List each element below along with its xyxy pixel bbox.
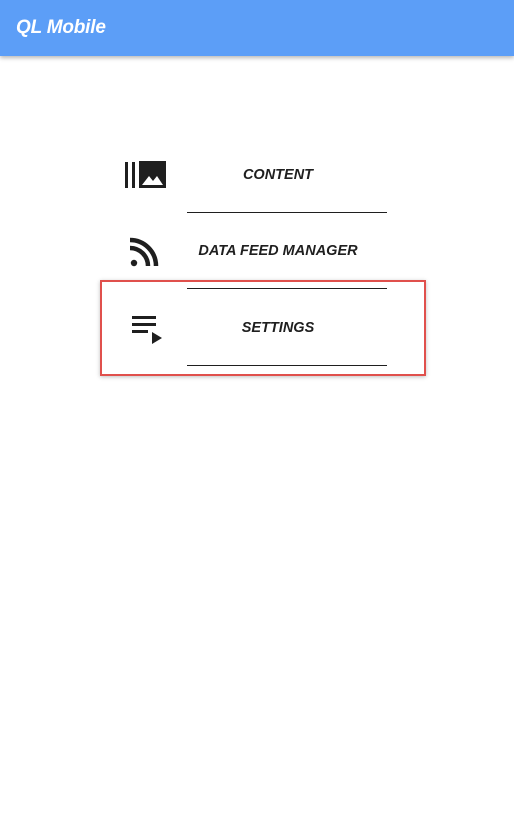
content-library-icon: [122, 155, 170, 191]
menu-divider: [187, 365, 387, 366]
menu-item-content[interactable]: CONTENT: [100, 137, 426, 213]
menu-item-label: SETTINGS: [241, 320, 315, 336]
menu-item-label: CONTENT: [242, 167, 314, 183]
menu-item-data-feed-manager[interactable]: DATA FEED MANAGER: [100, 213, 426, 289]
menu-item-settings[interactable]: SETTINGS: [100, 280, 426, 376]
playlist-play-icon: [124, 310, 172, 346]
main-menu: CONTENT DATA FEED MANAGER SETTINGS: [0, 0, 514, 831]
rss-feed-icon: [122, 231, 170, 267]
menu-item-label: DATA FEED MANAGER: [198, 243, 358, 259]
